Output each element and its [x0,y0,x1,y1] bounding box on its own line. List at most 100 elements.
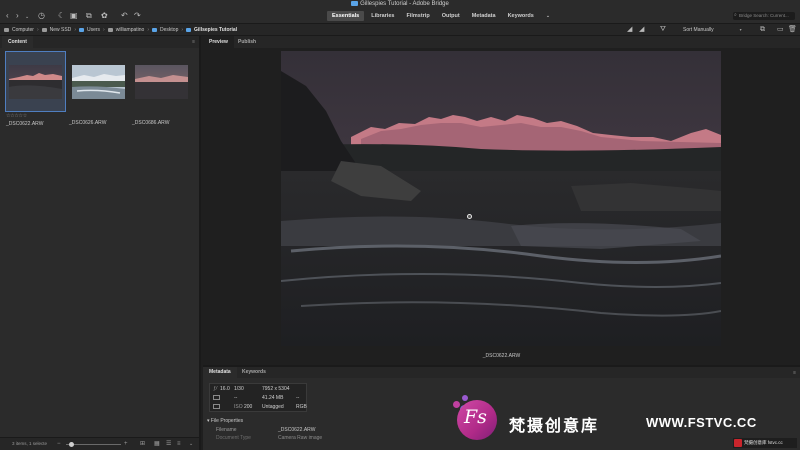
workspace-more-icon[interactable]: ⌄ [541,11,555,21]
brand-icon [734,439,742,447]
section-title: File Properties [210,418,244,424]
search-input[interactable]: ⌕ Bridge Search: Current... [733,12,795,20]
zoom-out-icon[interactable]: − [57,440,61,448]
content-panel: Content ≡ ☆☆☆☆☆ _DSC0622.ARW _DSC0626.AR… [0,36,201,450]
breadcrumb: Computer › New SSD › Users › williampati… [4,27,237,33]
item-count: 3 items, 1 selecte [12,441,48,446]
camera-download-icon[interactable]: ▣ [70,12,78,20]
rotate-right-icon[interactable]: ↷ [134,12,141,20]
delete-icon[interactable]: 🗑 [788,26,797,34]
recent-clock-icon[interactable]: ◷ [38,12,45,20]
metadata-label: Document Type [216,435,251,441]
iso-value: 200 [244,404,253,410]
thumbnail-view-icon[interactable]: ▦ [154,440,160,448]
list-view-icon[interactable]: ≡ [177,440,181,448]
thumbnail-size-slider[interactable] [66,444,121,445]
quality-alt-icon[interactable]: ◢ [639,26,644,34]
exposure-comp-value: -- [234,395,238,401]
crumb-separator-icon: › [74,27,76,33]
thumbnail-image [9,64,62,99]
thumbnail-image [135,64,188,99]
thumbnail-image [72,64,125,99]
open-in-camera-raw-icon[interactable]: ✿ [101,12,108,20]
chevron-down-icon[interactable]: ⌄ [189,440,193,448]
tab-content[interactable]: Content [2,36,33,48]
forward-icon[interactable]: › [16,12,19,20]
toolbar: ‹ › ⌄ ◷ ☾ ▣ ⧉ ✿ ↶ ↷ Essentials Libraries… [0,9,800,23]
decor-dot [462,395,468,401]
crumb-separator-icon: › [36,27,39,33]
title-bar: Gillespies Tutorial - Adobe Bridge [0,0,800,9]
watermark-badge: 梵摄创意库 fstvc.cc [733,438,797,448]
tab-preview[interactable]: Preview [203,36,234,48]
rotate-left-icon[interactable]: ↶ [121,12,128,20]
slider-handle[interactable] [69,442,74,447]
dpi-value: -- [296,395,300,401]
shutter-value: 1/30 [234,386,244,392]
exposure-icon [213,395,220,400]
file-size-value: 41.24 MB [262,395,284,401]
preview-image[interactable] [281,51,721,346]
crumb-user[interactable]: williampatino [116,27,145,33]
workspace-essentials[interactable]: Essentials [327,11,365,21]
folder-icon [78,28,84,32]
metadata-value: _DSC0622.ARW [278,427,316,433]
quality-icon[interactable]: ◢ [627,26,632,34]
thumbnail-item[interactable]: ☆☆☆☆☆ _DSC0622.ARW [5,51,66,127]
zoom-in-icon[interactable]: + [124,440,128,448]
watermark-chinese: 梵摄创意库 [509,416,600,435]
cursor-icon [467,214,472,219]
filter-icon[interactable]: ⛛ [660,26,666,34]
crumb-new-ssd[interactable]: New SSD [50,27,72,33]
tab-metadata[interactable]: Metadata [203,367,237,378]
workspace-libraries[interactable]: Libraries [366,11,399,21]
thumbnail-item[interactable]: _DSC0626.ARW [69,52,128,126]
sort-dropdown[interactable]: Sort Manually ▾ [683,27,742,33]
workspace-switcher: Essentials Libraries Filmstrip Output Me… [327,11,555,21]
sort-label: Sort Manually [683,27,714,33]
crumb-current-folder[interactable]: Gillsepies Tutorial [194,27,237,33]
dimensions-value: 7952 x 5304 [262,386,290,392]
panel-menu-icon[interactable]: ≡ [192,39,195,45]
computer-icon [4,28,9,32]
grid-view-icon[interactable]: ⊞ [140,440,145,448]
panel-menu-icon[interactable]: ≡ [793,370,796,376]
crumb-separator-icon: › [147,27,150,33]
label-value: Untagged [262,404,284,410]
thumbnail-label: _DSC0622.ARW [6,121,44,127]
new-folder-icon[interactable]: ▭ [777,26,784,34]
thumbnail-item[interactable]: _DSC0686.ARW [132,52,191,126]
return-icon[interactable]: ☾ [58,12,65,20]
watermark: Fs 梵摄创意库 WWW.FSTVC.CC 梵摄创意库 fstvc.cc [452,392,800,450]
crumb-users[interactable]: Users [87,27,100,33]
crumb-separator-icon: › [103,27,105,33]
open-recent-icon[interactable]: ⧉ [760,26,765,34]
watermark-site: WWW.FSTVC.CC [646,415,757,430]
workspace-output[interactable]: Output [437,11,465,21]
crumb-computer[interactable]: Computer [12,27,34,33]
metadata-label: Filename [216,427,237,433]
details-view-icon[interactable]: ☰ [166,440,171,448]
folder-icon [186,28,192,32]
folder-icon [351,1,359,6]
crumb-desktop[interactable]: Desktop [160,27,178,33]
workspace-filmstrip[interactable]: Filmstrip [401,11,434,21]
workspace-keywords[interactable]: Keywords [503,11,539,21]
back-icon[interactable]: ‹ [6,12,9,20]
tab-publish[interactable]: Publish [232,36,262,48]
rating-stars[interactable]: ☆☆☆☆☆ [6,113,65,119]
search-icon: ⌕ [734,12,737,18]
decor-dot [453,401,460,408]
preview-filename: _DSC0622.ARW [482,353,521,359]
refine-icon[interactable]: ⧉ [86,12,92,20]
workspace-metadata[interactable]: Metadata [467,11,501,21]
chevron-down-icon[interactable]: ⌄ [25,13,29,21]
home-icon [107,28,113,32]
thumbnail-label: _DSC0626.ARW [69,120,107,126]
file-properties-header[interactable]: ▾ File Properties [207,418,243,424]
camera-data-placard: ƒ/ 16.0 1/30 7952 x 5304 -- 41.24 MB -- … [209,383,307,412]
tab-keywords[interactable]: Keywords [236,367,272,378]
chevron-down-icon: ▾ [739,27,742,32]
thumbnail-label: _DSC0686.ARW [132,120,170,126]
drive-icon [41,28,47,32]
